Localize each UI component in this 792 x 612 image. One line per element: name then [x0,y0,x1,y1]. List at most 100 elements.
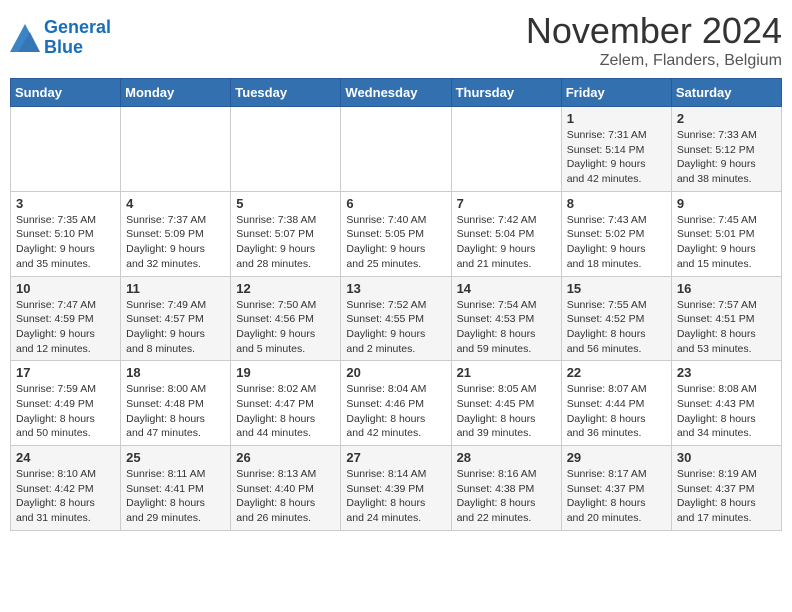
header-row: SundayMondayTuesdayWednesdayThursdayFrid… [11,79,782,107]
calendar-cell: 14Sunrise: 7:54 AM Sunset: 4:53 PM Dayli… [451,276,561,361]
calendar-cell: 6 Sunrise: 7:40 AM Sunset: 5:05 PM Daylig… [341,191,451,276]
day-number: 15 [567,281,666,296]
day-info: Sunrise: 7:50 AM Sunset: 4:56 PM Dayligh… [236,298,335,357]
day-number: 20 [346,365,445,380]
calendar-cell: 15Sunrise: 7:55 AM Sunset: 4:52 PM Dayli… [561,276,671,361]
calendar-cell [121,107,231,192]
calendar-cell: 23 Sunrise: 8:08 AM Sunset: 4:43 PM Dayli… [671,361,781,446]
header-wednesday: Wednesday [341,79,451,107]
day-number: 3 [16,196,115,211]
month-title: November 2024 [526,10,782,52]
day-number: 1 [567,111,666,126]
day-info: Sunrise: 7:59 AM Sunset: 4:49 PM Dayligh… [16,382,115,441]
day-info: Sunrise: 8:08 AM Sunset: 4:43 PM Dayligh… [677,382,776,441]
header-friday: Friday [561,79,671,107]
day-number: 11 [126,281,225,296]
day-info: Sunrise: 8:07 AM Sunset: 4:44 PM Dayligh… [567,382,666,441]
calendar-cell: 7Sunrise: 7:42 AM Sunset: 5:04 PM Daylig… [451,191,561,276]
day-info: Sunrise: 8:19 AM Sunset: 4:37 PM Dayligh… [677,467,776,526]
week-row-0: 1Sunrise: 7:31 AM Sunset: 5:14 PM Daylig… [11,107,782,192]
calendar-cell: 9 Sunrise: 7:45 AM Sunset: 5:01 PM Daylig… [671,191,781,276]
day-number: 24 [16,450,115,465]
day-number: 4 [126,196,225,211]
day-info: Sunrise: 7:47 AM Sunset: 4:59 PM Dayligh… [16,298,115,357]
page-header: General Blue November 2024 Zelem, Flande… [10,10,782,70]
day-number: 9 [677,196,776,211]
day-info: Sunrise: 7:45 AM Sunset: 5:01 PM Dayligh… [677,213,776,272]
calendar-cell [231,107,341,192]
day-info: Sunrise: 8:14 AM Sunset: 4:39 PM Dayligh… [346,467,445,526]
week-row-3: 17 Sunrise: 7:59 AM Sunset: 4:49 PM Dayli… [11,361,782,446]
day-number: 27 [346,450,445,465]
day-number: 18 [126,365,225,380]
day-info: Sunrise: 8:00 AM Sunset: 4:48 PM Dayligh… [126,382,225,441]
header-thursday: Thursday [451,79,561,107]
calendar-cell: 22 Sunrise: 8:07 AM Sunset: 4:44 PM Dayli… [561,361,671,446]
calendar-cell: 27 Sunrise: 8:14 AM Sunset: 4:39 PM Dayli… [341,446,451,531]
day-number: 12 [236,281,335,296]
calendar-cell: 1Sunrise: 7:31 AM Sunset: 5:14 PM Daylig… [561,107,671,192]
calendar-cell: 11 Sunrise: 7:49 AM Sunset: 4:57 PM Dayli… [121,276,231,361]
calendar-cell: 16 Sunrise: 7:57 AM Sunset: 4:51 PM Dayli… [671,276,781,361]
day-info: Sunrise: 7:43 AM Sunset: 5:02 PM Dayligh… [567,213,666,272]
day-info: Sunrise: 7:49 AM Sunset: 4:57 PM Dayligh… [126,298,225,357]
calendar-cell: 28 Sunrise: 8:16 AM Sunset: 4:38 PM Dayli… [451,446,561,531]
day-number: 26 [236,450,335,465]
calendar-cell: 8 Sunrise: 7:43 AM Sunset: 5:02 PM Daylig… [561,191,671,276]
day-number: 25 [126,450,225,465]
day-number: 6 [346,196,445,211]
day-info: Sunrise: 8:02 AM Sunset: 4:47 PM Dayligh… [236,382,335,441]
logo-icon [10,24,40,52]
header-monday: Monday [121,79,231,107]
day-number: 14 [457,281,556,296]
day-number: 22 [567,365,666,380]
day-number: 5 [236,196,335,211]
calendar-cell [451,107,561,192]
logo-text: General Blue [44,18,111,58]
calendar-cell [341,107,451,192]
day-info: Sunrise: 7:40 AM Sunset: 5:05 PM Dayligh… [346,213,445,272]
day-info: Sunrise: 7:38 AM Sunset: 5:07 PM Dayligh… [236,213,335,272]
day-number: 17 [16,365,115,380]
day-number: 30 [677,450,776,465]
day-info: Sunrise: 8:17 AM Sunset: 4:37 PM Dayligh… [567,467,666,526]
day-number: 29 [567,450,666,465]
calendar-cell: 4 Sunrise: 7:37 AM Sunset: 5:09 PM Daylig… [121,191,231,276]
calendar-cell: 21 Sunrise: 8:05 AM Sunset: 4:45 PM Dayli… [451,361,561,446]
calendar-cell: 3 Sunrise: 7:35 AM Sunset: 5:10 PM Daylig… [11,191,121,276]
day-number: 7 [457,196,556,211]
day-number: 13 [346,281,445,296]
day-number: 10 [16,281,115,296]
day-number: 8 [567,196,666,211]
day-info: Sunrise: 7:37 AM Sunset: 5:09 PM Dayligh… [126,213,225,272]
calendar-cell: 12 Sunrise: 7:50 AM Sunset: 4:56 PM Dayli… [231,276,341,361]
day-info: Sunrise: 8:05 AM Sunset: 4:45 PM Dayligh… [457,382,556,441]
day-info: Sunrise: 7:57 AM Sunset: 4:51 PM Dayligh… [677,298,776,357]
calendar-cell: 20 Sunrise: 8:04 AM Sunset: 4:46 PM Dayli… [341,361,451,446]
calendar-cell: 29 Sunrise: 8:17 AM Sunset: 4:37 PM Dayli… [561,446,671,531]
day-number: 23 [677,365,776,380]
week-row-1: 3 Sunrise: 7:35 AM Sunset: 5:10 PM Daylig… [11,191,782,276]
day-info: Sunrise: 8:11 AM Sunset: 4:41 PM Dayligh… [126,467,225,526]
header-saturday: Saturday [671,79,781,107]
day-info: Sunrise: 7:52 AM Sunset: 4:55 PM Dayligh… [346,298,445,357]
day-info: Sunrise: 8:10 AM Sunset: 4:42 PM Dayligh… [16,467,115,526]
calendar-cell: 5 Sunrise: 7:38 AM Sunset: 5:07 PM Daylig… [231,191,341,276]
week-row-2: 10 Sunrise: 7:47 AM Sunset: 4:59 PM Dayli… [11,276,782,361]
calendar-cell: 2Sunrise: 7:33 AM Sunset: 5:12 PM Daylig… [671,107,781,192]
calendar-cell [11,107,121,192]
calendar-cell: 30 Sunrise: 8:19 AM Sunset: 4:37 PM Dayli… [671,446,781,531]
day-number: 16 [677,281,776,296]
calendar-cell: 10 Sunrise: 7:47 AM Sunset: 4:59 PM Dayli… [11,276,121,361]
day-info: Sunrise: 8:16 AM Sunset: 4:38 PM Dayligh… [457,467,556,526]
title-area: November 2024 Zelem, Flanders, Belgium [526,10,782,70]
day-info: Sunrise: 8:04 AM Sunset: 4:46 PM Dayligh… [346,382,445,441]
calendar-cell: 18 Sunrise: 8:00 AM Sunset: 4:48 PM Dayli… [121,361,231,446]
calendar-cell: 19Sunrise: 8:02 AM Sunset: 4:47 PM Dayli… [231,361,341,446]
day-info: Sunrise: 7:35 AM Sunset: 5:10 PM Dayligh… [16,213,115,272]
day-number: 21 [457,365,556,380]
week-row-4: 24 Sunrise: 8:10 AM Sunset: 4:42 PM Dayli… [11,446,782,531]
calendar-cell: 25 Sunrise: 8:11 AM Sunset: 4:41 PM Dayli… [121,446,231,531]
day-number: 28 [457,450,556,465]
calendar-cell: 13 Sunrise: 7:52 AM Sunset: 4:55 PM Dayli… [341,276,451,361]
